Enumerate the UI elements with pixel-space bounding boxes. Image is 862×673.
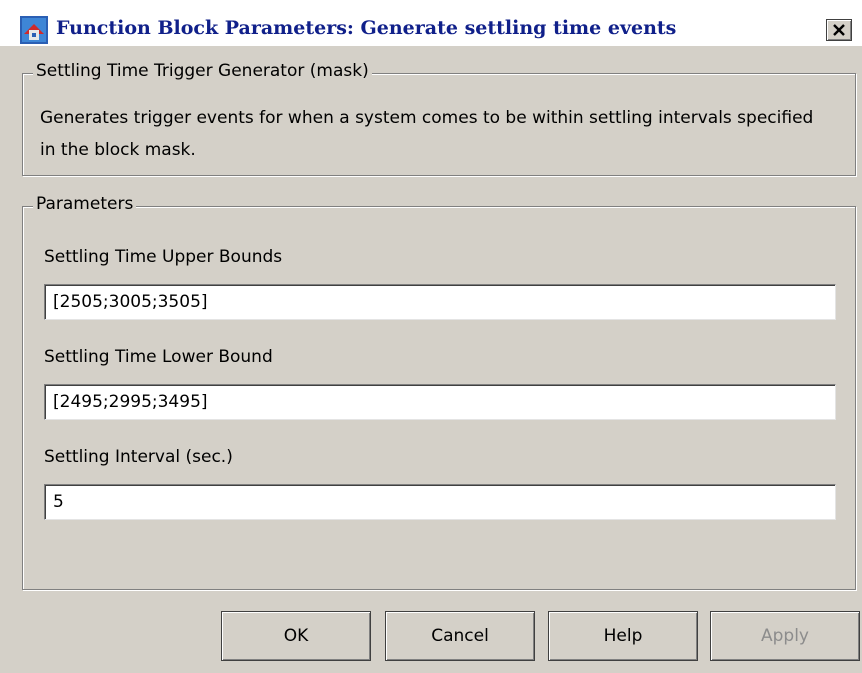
- upper-bounds-input[interactable]: [44, 284, 836, 320]
- close-icon: [833, 24, 845, 36]
- apply-button[interactable]: Apply: [710, 611, 860, 661]
- help-button[interactable]: Help: [548, 611, 698, 661]
- mask-description: Generates trigger events for when a syst…: [40, 108, 814, 160]
- upper-bounds-label: Settling Time Upper Bounds: [44, 247, 283, 267]
- simulink-block-icon: [20, 16, 48, 44]
- cancel-button[interactable]: Cancel: [385, 611, 535, 661]
- lower-bound-input[interactable]: [44, 384, 836, 420]
- title-bar: Function Block Parameters: Generate sett…: [0, 0, 862, 46]
- parameters-group-title: Parameters: [33, 194, 137, 214]
- settling-interval-input[interactable]: [44, 484, 836, 520]
- mask-group-title: Settling Time Trigger Generator (mask): [33, 61, 372, 81]
- ok-button[interactable]: OK: [221, 611, 371, 661]
- settling-interval-label: Settling Interval (sec.): [44, 447, 233, 467]
- close-button[interactable]: [826, 19, 852, 41]
- window-title: Function Block Parameters: Generate sett…: [56, 17, 677, 39]
- lower-bound-label: Settling Time Lower Bound: [44, 347, 273, 367]
